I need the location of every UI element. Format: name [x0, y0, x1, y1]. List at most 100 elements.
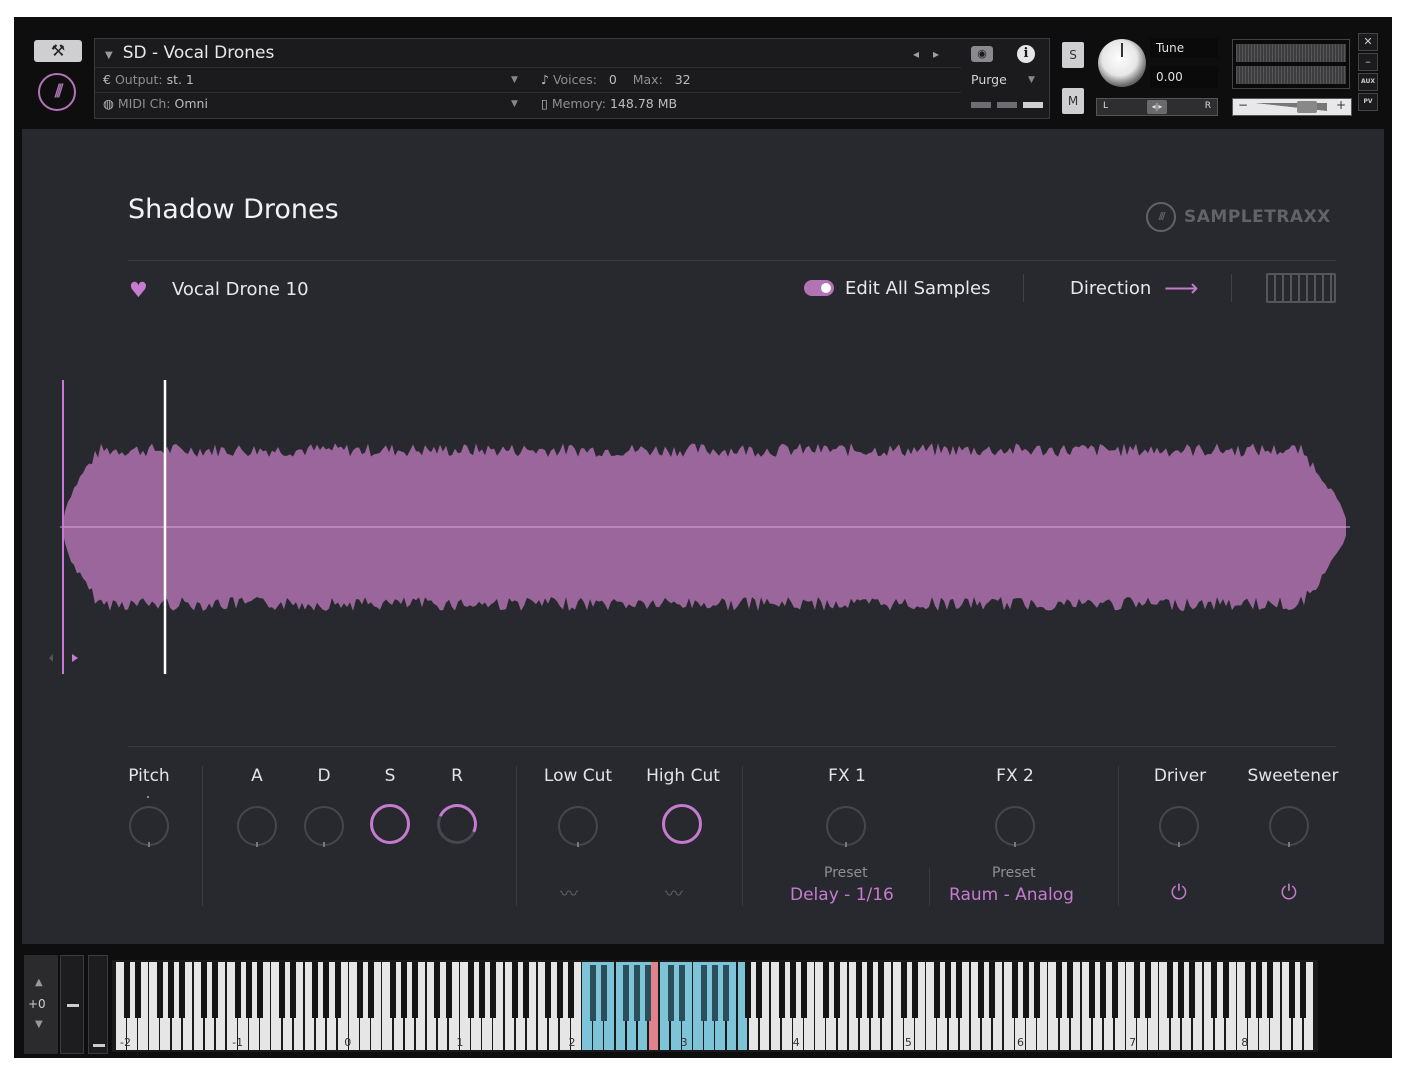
black-key[interactable] [778, 962, 785, 1018]
marker-right-arrow-icon[interactable] [72, 654, 78, 662]
black-key[interactable] [1255, 962, 1262, 1018]
piano-keyboard[interactable]: -2 -1 0 1 2 3 4 5 6 7 8 [112, 960, 1318, 1052]
pan-handle[interactable]: ◂|▸ [1147, 100, 1167, 114]
black-key[interactable] [745, 962, 752, 1018]
black-key[interactable] [1011, 962, 1018, 1018]
black-key[interactable] [467, 962, 474, 1018]
black-key[interactable] [956, 962, 963, 1018]
midi-dropdown-icon[interactable]: ▼ [511, 99, 518, 109]
black-key[interactable] [290, 962, 297, 1018]
black-key[interactable] [1067, 962, 1074, 1018]
black-key[interactable] [489, 962, 496, 1018]
black-key[interactable] [1133, 962, 1140, 1018]
pitch-knob[interactable] [129, 806, 169, 847]
black-key[interactable] [312, 962, 319, 1018]
black-key[interactable] [201, 962, 208, 1018]
black-key[interactable] [545, 962, 552, 1018]
mute-button[interactable]: M [1062, 88, 1084, 114]
black-key[interactable] [645, 962, 652, 1021]
black-key[interactable] [1089, 962, 1096, 1018]
black-key[interactable] [523, 962, 530, 1018]
black-key[interactable] [1244, 962, 1251, 1018]
output-field[interactable]: € Output: st. 1 [103, 72, 194, 87]
black-key[interactable] [800, 962, 807, 1018]
output-dropdown-icon[interactable]: ▼ [511, 75, 518, 85]
black-key[interactable] [179, 962, 186, 1018]
black-key[interactable] [567, 962, 574, 1018]
black-key[interactable] [867, 962, 874, 1018]
black-key[interactable] [1033, 962, 1040, 1018]
black-key[interactable] [1022, 962, 1029, 1018]
tune-knob[interactable] [1098, 39, 1146, 87]
black-key[interactable] [156, 962, 163, 1018]
prev-next-arrows[interactable]: ◂▸ [913, 47, 953, 61]
decay-knob[interactable] [304, 806, 344, 847]
black-key[interactable] [279, 962, 285, 1018]
black-key[interactable] [600, 962, 607, 1021]
driver-knob[interactable] [1159, 806, 1199, 847]
black-key[interactable] [978, 962, 985, 1018]
volume-slider[interactable]: − + [1232, 98, 1352, 116]
black-key[interactable] [589, 962, 596, 1021]
high-cut-filter-icon[interactable]: 〰 [665, 880, 683, 906]
edit-all-label[interactable]: Edit All Samples [845, 278, 991, 299]
black-key[interactable] [1289, 962, 1296, 1018]
black-key[interactable] [212, 962, 219, 1018]
high-cut-knob[interactable] [662, 804, 702, 844]
pitch-wheel[interactable] [88, 955, 108, 1054]
sweetener-knob[interactable] [1269, 806, 1309, 847]
black-key[interactable] [789, 962, 796, 1018]
black-key[interactable] [878, 962, 885, 1018]
edit-all-toggle[interactable] [804, 280, 834, 296]
black-key[interactable] [401, 962, 408, 1018]
black-key[interactable] [367, 962, 374, 1018]
black-key[interactable] [445, 962, 452, 1018]
black-key[interactable] [1056, 962, 1062, 1018]
black-key[interactable] [1211, 962, 1218, 1018]
sweetener-power-icon[interactable]: ⏻ [1281, 880, 1297, 904]
direction-label[interactable]: Direction [1070, 278, 1151, 299]
purge-dropdown-icon[interactable]: ▼ [1028, 75, 1035, 85]
black-key[interactable] [900, 962, 907, 1018]
black-key[interactable] [756, 962, 763, 1018]
black-key[interactable] [634, 962, 641, 1021]
waveform-display[interactable] [40, 378, 1370, 678]
marker-left-arrow-icon[interactable] [49, 654, 53, 662]
mod-wheel-handle[interactable] [67, 1004, 79, 1007]
attack-knob[interactable] [237, 806, 277, 847]
black-key[interactable] [390, 962, 396, 1018]
wrench-icon[interactable]: ⚒ [34, 40, 82, 62]
octave-up-icon[interactable]: ▲ [35, 977, 43, 988]
mod-wheel[interactable] [60, 955, 84, 1054]
black-key[interactable] [834, 962, 840, 1018]
black-key[interactable] [700, 962, 707, 1021]
black-key[interactable] [1100, 962, 1107, 1018]
black-key[interactable] [856, 962, 863, 1018]
black-key[interactable] [1222, 962, 1229, 1018]
sample-name[interactable]: Vocal Drone 10 [172, 279, 309, 300]
black-key[interactable] [245, 962, 252, 1018]
black-key[interactable] [123, 962, 130, 1018]
black-key[interactable] [989, 962, 996, 1018]
black-key[interactable] [711, 962, 718, 1021]
black-key[interactable] [256, 962, 263, 1018]
black-key[interactable] [356, 962, 363, 1018]
black-key[interactable] [334, 962, 341, 1018]
black-key[interactable] [933, 962, 940, 1018]
black-key[interactable] [1300, 962, 1307, 1018]
black-key[interactable] [1266, 962, 1273, 1018]
black-key[interactable] [512, 962, 519, 1018]
dropdown-caret-icon[interactable]: ▼ [105, 50, 113, 61]
midi-channel-field[interactable]: ◍ MIDI Ch: Omni [103, 96, 208, 111]
pan-slider[interactable]: L ◂|▸ R [1096, 98, 1218, 116]
camera-icon[interactable]: ◉ [971, 46, 993, 62]
black-key[interactable] [556, 962, 563, 1018]
keyboard-icon[interactable] [1266, 273, 1336, 303]
fx2-knob[interactable] [995, 806, 1035, 847]
black-key[interactable] [412, 962, 419, 1018]
low-cut-filter-icon[interactable]: 〰 [560, 880, 578, 906]
favorite-heart-icon[interactable]: ♥ [129, 278, 148, 302]
black-key[interactable] [667, 962, 674, 1021]
black-key[interactable] [1144, 962, 1151, 1018]
info-icon[interactable]: i [1017, 45, 1035, 63]
